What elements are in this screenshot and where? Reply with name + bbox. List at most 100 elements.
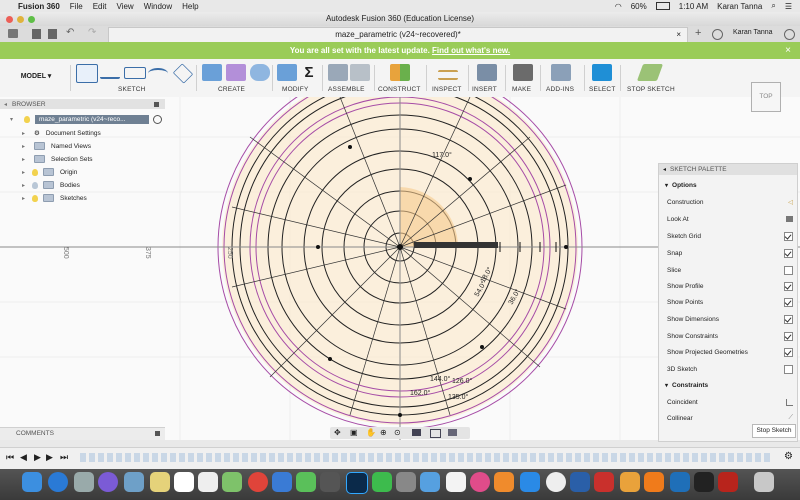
visibility-bulb-icon[interactable] bbox=[32, 181, 38, 189]
construct-menu[interactable]: CONSTRUCT bbox=[378, 86, 421, 93]
calendar-icon[interactable] bbox=[174, 472, 194, 492]
vectorworks-icon[interactable] bbox=[570, 472, 590, 492]
grid-settings-icon[interactable] bbox=[430, 429, 441, 438]
itunes-icon[interactable] bbox=[470, 472, 490, 492]
step-back-icon[interactable]: ◀ bbox=[20, 452, 27, 463]
browser-item-sketches[interactable]: ▸ Sketches bbox=[0, 192, 165, 204]
create-sketch-icon[interactable] bbox=[76, 64, 98, 83]
trash-icon[interactable] bbox=[754, 472, 774, 492]
polygon-icon[interactable] bbox=[172, 63, 194, 84]
wifi-icon[interactable]: ◠ bbox=[615, 2, 622, 11]
calculator-icon[interactable] bbox=[320, 472, 340, 492]
battery-label[interactable]: 60% bbox=[631, 2, 647, 11]
expand-arrow-icon[interactable]: ▸ bbox=[22, 156, 30, 163]
option-show-points[interactable]: Show Points bbox=[667, 295, 793, 309]
minimize-window-button[interactable] bbox=[17, 16, 24, 23]
expand-arrow-icon[interactable]: ▸ bbox=[22, 143, 30, 150]
maps-icon[interactable] bbox=[222, 472, 242, 492]
stop-sketch-menu[interactable]: STOP SKETCH bbox=[627, 86, 675, 93]
checkbox[interactable] bbox=[784, 297, 793, 307]
display-settings-icon[interactable] bbox=[412, 429, 421, 436]
assemble-menu[interactable]: ASSEMBLE bbox=[328, 86, 365, 93]
visibility-bulb-icon[interactable] bbox=[32, 194, 38, 202]
dimension-label[interactable]: 126.0° bbox=[452, 377, 473, 385]
inspect-menu[interactable]: INSPECT bbox=[432, 86, 462, 93]
active-indicator-icon[interactable] bbox=[153, 114, 162, 124]
fusion360-icon[interactable] bbox=[644, 472, 664, 492]
make-3d-print-icon[interactable] bbox=[513, 64, 533, 81]
expand-arrow-icon[interactable]: ▸ bbox=[22, 169, 30, 176]
option-show-dimensions[interactable]: Show Dimensions bbox=[667, 312, 793, 326]
browser-item-named-views[interactable]: ▸ Named Views bbox=[0, 140, 165, 152]
checkbox[interactable] bbox=[784, 347, 793, 357]
create-menu[interactable]: CREATE bbox=[218, 86, 245, 93]
arc-icon[interactable] bbox=[148, 68, 168, 79]
system-preferences-icon[interactable] bbox=[396, 472, 416, 492]
option-look-at[interactable]: Look At bbox=[667, 212, 793, 226]
vscode-icon[interactable] bbox=[670, 472, 690, 492]
terminal-icon[interactable] bbox=[694, 472, 714, 492]
fit-icon[interactable]: ⊙ bbox=[394, 428, 401, 437]
weather-icon[interactable] bbox=[420, 472, 440, 492]
settings-gear-icon[interactable]: ⚙ bbox=[784, 451, 793, 462]
line-icon[interactable] bbox=[100, 69, 120, 79]
collinear-icon[interactable]: ⟋ bbox=[788, 414, 793, 422]
option-show-profile[interactable]: Show Profile bbox=[667, 279, 793, 293]
expand-arrow-icon[interactable]: ▾ bbox=[10, 116, 18, 123]
dimension-label[interactable]: 117.0° bbox=[432, 151, 452, 159]
music-icon[interactable] bbox=[446, 472, 466, 492]
press-pull-icon[interactable] bbox=[277, 64, 297, 81]
search-icon[interactable]: ⌕ bbox=[771, 1, 775, 11]
viewcube[interactable]: TOP bbox=[751, 82, 781, 112]
look-at-icon[interactable] bbox=[786, 216, 793, 222]
make-menu[interactable]: MAKE bbox=[512, 86, 531, 93]
safari-icon[interactable] bbox=[48, 472, 68, 492]
preview-icon[interactable] bbox=[124, 472, 144, 492]
redo-icon[interactable]: ↷ bbox=[88, 27, 96, 38]
pages-icon[interactable] bbox=[620, 472, 640, 492]
select-menu[interactable]: SELECT bbox=[589, 86, 616, 93]
launchpad-icon[interactable] bbox=[74, 472, 94, 492]
data-panel-icon[interactable] bbox=[8, 29, 18, 38]
job-status-icon[interactable] bbox=[712, 29, 723, 40]
app-store-icon[interactable] bbox=[520, 472, 540, 492]
option-sketch-grid[interactable]: Sketch Grid bbox=[667, 229, 793, 243]
whats-new-link[interactable]: Find out what's new. bbox=[432, 46, 510, 55]
options-section-header[interactable]: ▾ Options bbox=[665, 178, 791, 192]
pin-icon[interactable] bbox=[154, 101, 159, 107]
checkbox[interactable] bbox=[784, 281, 793, 291]
select-cursor-icon[interactable] bbox=[592, 64, 612, 81]
go-to-end-icon[interactable]: ⏭ bbox=[60, 452, 68, 463]
workspace-switcher[interactable]: MODEL ▾ bbox=[10, 70, 62, 84]
browser-root[interactable]: ▾ maze_parametric (v24~reco... bbox=[0, 113, 165, 125]
expand-arrow-icon[interactable]: ▸ bbox=[22, 130, 30, 137]
zoom-icon[interactable]: ⊕ bbox=[380, 428, 387, 437]
constraint-coincident[interactable]: Coincident bbox=[667, 395, 793, 409]
parameters-icon[interactable]: Σ bbox=[299, 64, 319, 81]
option-construction[interactable]: Construction ◁ bbox=[667, 195, 793, 209]
viewcube-face-top[interactable]: TOP bbox=[759, 93, 772, 100]
cylinder-icon[interactable] bbox=[250, 64, 270, 81]
browser-item-bodies[interactable]: ▸ Bodies bbox=[0, 179, 165, 191]
stop-sketch-icon[interactable] bbox=[636, 64, 664, 81]
browser-item-document-settings[interactable]: ▸ ⚙ Document Settings bbox=[0, 127, 165, 139]
stop-sketch-button[interactable]: Stop Sketch bbox=[752, 424, 796, 438]
menu-file[interactable]: File bbox=[70, 2, 83, 11]
app-menu[interactable]: Fusion 360 bbox=[18, 2, 60, 11]
pan-icon[interactable]: ✋ bbox=[366, 428, 376, 437]
acrobat-icon[interactable] bbox=[718, 472, 738, 492]
menu-help[interactable]: Help bbox=[182, 2, 198, 11]
clock-app-icon[interactable] bbox=[546, 472, 566, 492]
close-tab-icon[interactable]: × bbox=[676, 28, 681, 42]
autocad-icon[interactable] bbox=[594, 472, 614, 492]
orbit-icon[interactable]: ✥ bbox=[334, 428, 341, 437]
dimension-label[interactable]: 162.0° bbox=[410, 389, 431, 397]
user-menu[interactable]: Karan Tanna bbox=[717, 2, 762, 11]
add-tab-icon[interactable]: + bbox=[695, 27, 701, 39]
help-icon[interactable] bbox=[784, 29, 795, 40]
chrome-icon[interactable] bbox=[248, 472, 268, 492]
file-icon[interactable] bbox=[32, 29, 41, 39]
new-component-icon[interactable] bbox=[328, 64, 348, 81]
option-slice[interactable]: Slice bbox=[667, 263, 793, 277]
document-tab[interactable]: maze_parametric (v24~recovered)* × bbox=[108, 27, 688, 42]
